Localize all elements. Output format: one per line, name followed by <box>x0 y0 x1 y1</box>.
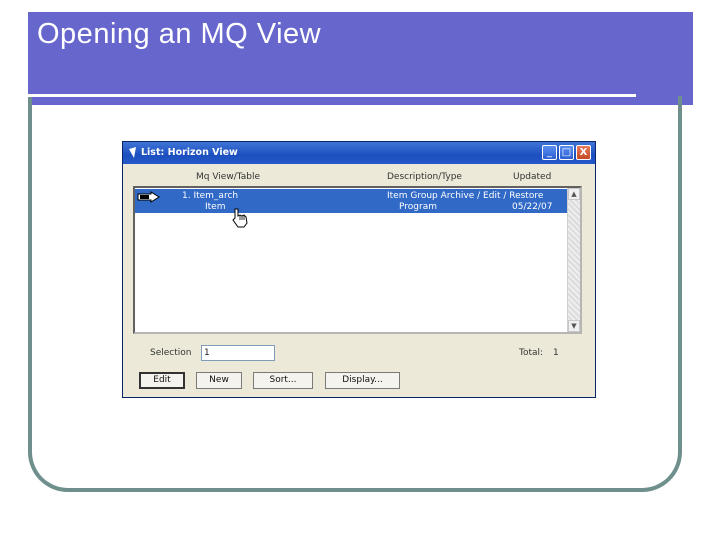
title-divider <box>28 94 636 97</box>
maximize-button[interactable]: □ <box>559 145 574 160</box>
selection-input[interactable]: 1 <box>201 345 275 361</box>
scroll-down-arrow-icon[interactable]: ▼ <box>568 320 580 332</box>
close-button[interactable]: X <box>576 145 591 160</box>
vertical-scrollbar[interactable]: ▲ ▼ <box>567 188 580 332</box>
total-label: Total: <box>519 348 544 358</box>
view-list[interactable]: 1. Item_arch Item Group Archive / Edit /… <box>133 186 582 334</box>
hand-cursor-icon <box>232 208 248 228</box>
pointing-hand-icon <box>137 191 160 203</box>
minimize-icon: _ <box>547 147 552 158</box>
new-button[interactable]: New <box>196 372 242 389</box>
maximize-icon: □ <box>561 147 572 158</box>
scroll-up-arrow-icon[interactable]: ▲ <box>568 188 580 200</box>
window-titlebar[interactable]: List: Horizon View _ □ X <box>123 142 595 164</box>
window-title: List: Horizon View <box>141 147 238 158</box>
column-header-updated[interactable]: Updated <box>513 172 551 182</box>
row-view-name: 1. Item_arch <box>182 191 239 201</box>
minimize-button[interactable]: _ <box>542 145 557 160</box>
row-updated: 05/22/07 <box>512 202 553 212</box>
slide-title: Opening an MQ View <box>37 18 322 50</box>
row-description: Program <box>399 202 437 212</box>
close-icon: X <box>579 147 588 158</box>
sort-button[interactable]: Sort... <box>253 372 313 389</box>
total-value: 1 <box>553 348 559 358</box>
edit-button[interactable]: Edit <box>139 372 185 389</box>
row-view-name: Item <box>205 202 226 212</box>
selection-label: Selection <box>150 348 192 358</box>
column-header-description[interactable]: Description/Type <box>387 172 462 182</box>
app-icon <box>127 146 139 159</box>
column-header-view[interactable]: Mq View/Table <box>196 172 260 182</box>
display-button[interactable]: Display... <box>325 372 400 389</box>
row-description: Item Group Archive / Edit / Restore <box>387 191 544 201</box>
list-window: List: Horizon View _ □ X Mq View/Table D… <box>122 141 596 398</box>
list-item-selected[interactable]: 1. Item_arch Item Group Archive / Edit /… <box>135 189 571 213</box>
